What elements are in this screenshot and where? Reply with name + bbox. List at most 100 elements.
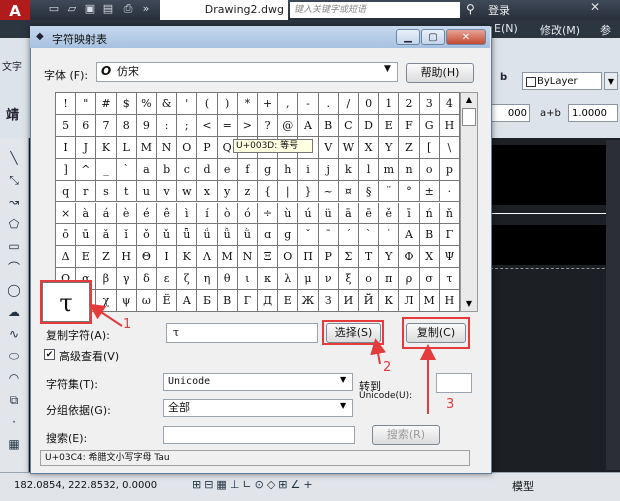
char-cell[interactable]: Χ — [419, 246, 440, 269]
char-cell[interactable]: ˊ — [338, 224, 359, 247]
ellipse-tool-icon[interactable]: ⬭ — [6, 348, 22, 364]
char-cell[interactable]: Β — [419, 224, 440, 247]
char-cell[interactable]: , — [278, 93, 299, 115]
char-cell[interactable]: @ — [278, 114, 299, 137]
char-cell[interactable]: ÷ — [258, 202, 279, 225]
char-cell[interactable]: ξ — [338, 268, 359, 291]
rectangle-tool-icon[interactable]: ▭ — [6, 238, 22, 254]
char-cell[interactable]: $ — [116, 93, 137, 115]
scroll-thumb[interactable] — [462, 108, 476, 126]
char-cell[interactable]: ǎ — [96, 224, 117, 247]
char-cell[interactable]: Ν — [237, 246, 258, 269]
char-cell[interactable]: l — [359, 158, 380, 181]
char-cell[interactable]: Α — [399, 224, 420, 247]
char-cell[interactable]: Δ — [56, 246, 77, 269]
char-cell[interactable]: Τ — [359, 246, 380, 269]
char-cell[interactable]: k — [338, 158, 359, 181]
char-cell[interactable]: v — [157, 180, 178, 203]
char-cell[interactable]: ɡ — [278, 224, 299, 247]
point-tool-icon[interactable]: · — [6, 414, 22, 430]
char-cell[interactable]: ǒ — [136, 224, 157, 247]
char-cell[interactable]: 3 — [419, 93, 440, 115]
char-cell[interactable]: Π — [298, 246, 319, 269]
char-cell[interactable]: ū — [76, 224, 97, 247]
char-cell[interactable]: I — [56, 136, 77, 159]
char-cell[interactable]: 2 — [399, 93, 420, 115]
char-cell[interactable]: Л — [399, 290, 420, 312]
char-cell[interactable]: j — [318, 158, 339, 181]
status-toggles-icon[interactable]: ⊞⊟▦⊥∟⊙◇⊞∠+ — [192, 478, 316, 491]
char-cell[interactable]: í — [197, 202, 218, 225]
char-cell[interactable]: ψ — [116, 290, 137, 312]
char-cell[interactable]: ¤ — [338, 180, 359, 203]
app-logo[interactable]: A — [0, 0, 30, 22]
char-cell[interactable]: χ — [96, 290, 117, 312]
open-file-icon[interactable]: ▱ — [66, 3, 78, 15]
char-cell[interactable]: ˇ — [298, 224, 319, 247]
char-cell[interactable]: L — [116, 136, 137, 159]
char-cell[interactable]: Ο — [278, 246, 299, 269]
char-cell[interactable]: μ — [298, 268, 319, 291]
char-cell[interactable]: δ — [136, 268, 157, 291]
char-cell[interactable]: q — [56, 180, 77, 203]
text-style-icon[interactable]: b — [500, 72, 514, 88]
char-cell[interactable]: И — [338, 290, 359, 312]
char-cell[interactable]: ? — [258, 114, 279, 137]
goto-unicode-input[interactable] — [436, 373, 472, 393]
char-cell[interactable]: [ — [419, 136, 440, 159]
char-cell[interactable]: ē — [359, 202, 380, 225]
char-cell[interactable]: ō — [56, 224, 77, 247]
char-cell[interactable]: Д — [258, 290, 279, 312]
char-cell[interactable]: ω — [136, 290, 157, 312]
line-tool-icon[interactable]: ╲ — [6, 150, 22, 166]
char-cell[interactable]: ě — [379, 202, 400, 225]
char-cell[interactable]: + — [258, 93, 279, 115]
char-cell[interactable]: y — [217, 180, 238, 203]
char-cell[interactable]: Е — [278, 290, 299, 312]
char-cell[interactable]: В — [217, 290, 238, 312]
char-cell[interactable]: r — [76, 180, 97, 203]
char-cell[interactable]: ` — [116, 158, 137, 181]
char-cell[interactable]: Κ — [177, 246, 198, 269]
char-cell[interactable]: - — [298, 93, 319, 115]
char-cell[interactable]: η — [197, 268, 218, 291]
char-cell[interactable]: ň — [439, 202, 460, 225]
char-cell[interactable]: Φ — [399, 246, 420, 269]
char-cell[interactable]: Η — [116, 246, 137, 269]
char-cell[interactable]: Ж — [298, 290, 319, 312]
char-cell[interactable]: P — [197, 136, 218, 159]
char-cell[interactable]: n — [399, 158, 420, 181]
canvas-scrollbar[interactable] — [606, 140, 620, 470]
char-cell[interactable]: M — [136, 136, 157, 159]
char-cell[interactable]: Θ — [136, 246, 157, 269]
char-cell[interactable]: D — [359, 114, 380, 137]
char-cell[interactable]: o — [419, 158, 440, 181]
char-cell[interactable]: ǖ — [177, 224, 198, 247]
char-cell[interactable]: ˋ — [359, 224, 380, 247]
copy-chars-input[interactable]: τ — [166, 323, 318, 343]
model-tab[interactable]: 模型 — [512, 478, 534, 494]
char-cell[interactable]: X — [359, 136, 380, 159]
char-cell[interactable]: } — [298, 180, 319, 203]
char-cell[interactable]: Ψ — [439, 246, 460, 269]
char-cell[interactable]: ! — [56, 93, 77, 115]
char-cell[interactable]: θ — [217, 268, 238, 291]
char-cell[interactable]: ι — [237, 268, 258, 291]
character-grid[interactable]: ! " # $% & '() * +, -./0 1 2 3 4 5 6 7 8 9:; < = >? @ A B C D E F G H… — [55, 92, 460, 312]
char-cell[interactable]: ¨ — [379, 180, 400, 203]
char-cell[interactable]: ü — [318, 202, 339, 225]
char-cell[interactable]: М — [419, 290, 440, 312]
char-cell[interactable]: Ε — [76, 246, 97, 269]
char-cell[interactable]: b — [157, 158, 178, 181]
char-cell[interactable]: ˙ — [379, 224, 400, 247]
char-cell[interactable]: = — [217, 114, 238, 137]
char-cell[interactable]: ń — [419, 202, 440, 225]
spline-tool-icon[interactable]: ∿ — [6, 326, 22, 342]
chevron-down-icon[interactable]: ▼ — [340, 401, 346, 410]
print-icon[interactable]: ⎙ — [122, 3, 134, 15]
char-cell[interactable]: ρ — [399, 268, 420, 291]
char-cell[interactable]: ν — [318, 268, 339, 291]
char-cell[interactable]: Z — [399, 136, 420, 159]
char-cell[interactable]: ê — [157, 202, 178, 225]
char-cell[interactable]: ~ — [318, 180, 339, 203]
